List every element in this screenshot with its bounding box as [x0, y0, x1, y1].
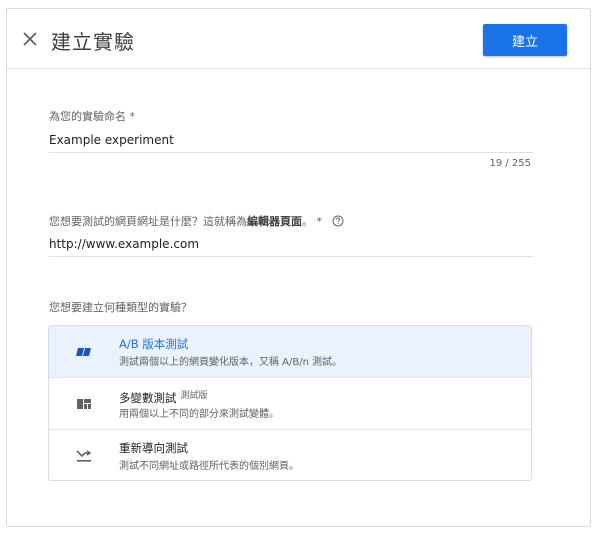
ab-test-title: A/B 版本測試 — [119, 337, 189, 351]
experiment-type-list: A/B 版本測試 測試兩個以上的網頁變化版本，又稱 A/B/n 測試。 多變數測… — [48, 325, 532, 481]
ab-test-description: 測試兩個以上的網頁變化版本，又稱 A/B/n 測試。 — [119, 357, 343, 368]
redirect-arrow-icon — [76, 450, 92, 462]
dialog-title: 建立實驗 — [51, 30, 135, 54]
multivariate-description: 用兩個以上不同的部分來測試變體。 — [119, 409, 279, 420]
url-label-prefix: 您想要測試的網頁網址是什麼？這就稱為 — [49, 215, 247, 228]
experiment-type-ab-test[interactable]: A/B 版本測試 測試兩個以上的網頁變化版本，又稱 A/B/n 測試。 — [49, 326, 531, 378]
beta-badge: 測試版 — [180, 391, 208, 401]
experiment-name-input[interactable]: Example experiment — [49, 133, 533, 153]
multivariate-title-text: 多變數測試 — [119, 391, 177, 405]
create-button[interactable]: 建立 — [483, 24, 567, 56]
help-icon[interactable] — [332, 215, 344, 227]
close-icon — [23, 32, 37, 46]
experiment-type-multivariate[interactable]: 多變數測試 測試版 用兩個以上不同的部分來測試變體。 — [49, 378, 531, 430]
character-counter: 19 / 255 — [489, 158, 531, 169]
editor-page-url-label: 您想要測試的網頁網址是什麼？這就稱為編輯器頁面。 * — [49, 213, 344, 229]
close-button[interactable] — [19, 28, 41, 50]
editor-page-url-input[interactable]: http://www.example.com — [49, 237, 533, 257]
experiment-name-label: 為您的實驗命名 * — [49, 110, 135, 123]
multivariate-title: 多變數測試 測試版 — [119, 388, 208, 406]
ab-test-icon — [76, 348, 91, 356]
create-experiment-dialog: 建立實驗 建立 為您的實驗命名 * Example experiment 19 … — [6, 8, 591, 527]
experiment-type-question: 您想要建立何種類型的實驗？ — [49, 301, 192, 314]
redirect-title: 重新導向測試 — [119, 441, 188, 455]
multivariate-grid-icon — [77, 399, 91, 409]
experiment-type-redirect[interactable]: 重新導向測試 測試不同網址或路徑所代表的個別網頁。 — [49, 430, 531, 480]
url-label-suffix: 。 * — [302, 215, 322, 228]
redirect-description: 測試不同網址或路徑所代表的個別網頁。 — [119, 461, 299, 472]
dialog-header: 建立實驗 建立 — [7, 9, 590, 69]
url-label-bold: 編輯器頁面 — [247, 215, 302, 228]
